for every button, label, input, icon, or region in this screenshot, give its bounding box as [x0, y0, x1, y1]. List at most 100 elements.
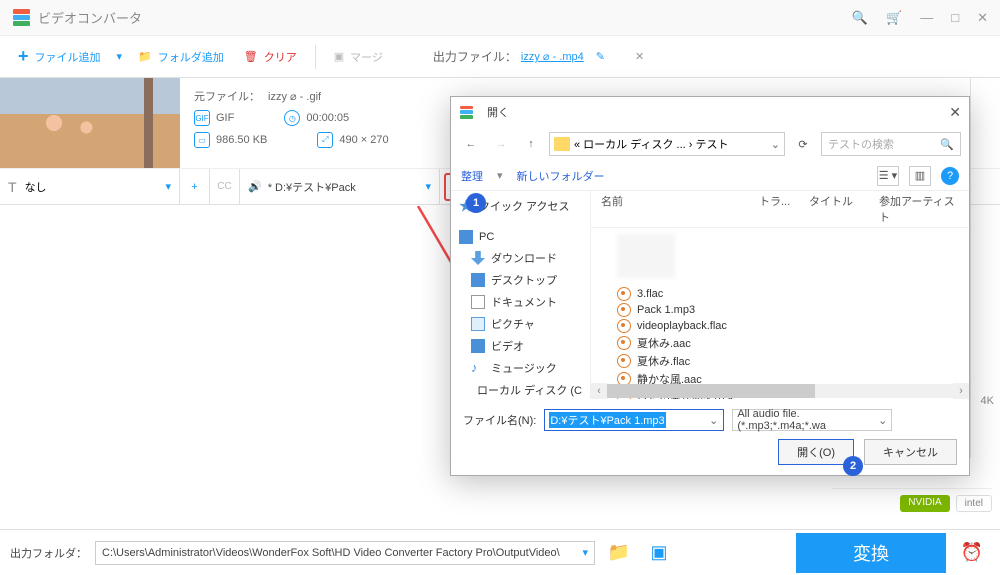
back-button[interactable]: ←	[459, 132, 483, 156]
file-item[interactable]: 夏休み.flac	[595, 352, 959, 370]
clock-icon: ◷	[284, 110, 300, 126]
col-track[interactable]: トラ...	[759, 193, 809, 225]
file-item[interactable]: 夏休み.aac	[595, 334, 959, 352]
audio-file-icon	[617, 336, 631, 350]
help-button[interactable]: ?	[941, 167, 959, 185]
source-file-label: 元ファイル：	[194, 88, 260, 104]
dialog-footer: ファイル名(N): D:¥テスト¥Pack 1.mp3⌄ All audio f…	[451, 399, 969, 475]
output-file-value[interactable]: izzy ⌀ - .mp4	[521, 50, 584, 63]
dimensions-icon: ⤢	[317, 132, 333, 148]
dialog-close-button[interactable]: ✕	[949, 104, 961, 121]
edit-icon[interactable]: ✎	[596, 50, 605, 63]
app-logo-icon	[459, 105, 473, 119]
refresh-button[interactable]: ⟳	[791, 132, 815, 156]
merge-icon: ▣	[334, 50, 344, 63]
col-title[interactable]: タイトル	[809, 193, 879, 225]
intel-badge: intel	[956, 495, 992, 512]
organize-menu[interactable]: 整理	[461, 168, 483, 184]
remove-item-button[interactable]: ✕	[635, 50, 644, 63]
view-mode-button[interactable]: ☰ ▾	[877, 166, 899, 186]
file-size: 986.50 KB	[216, 134, 267, 146]
search-input[interactable]: テストの検索 🔍	[821, 132, 961, 156]
merge-button[interactable]: ▣ マージ	[324, 43, 393, 71]
output-folder-label: 出力フォルダ：	[10, 545, 87, 561]
filename-input[interactable]: D:¥テスト¥Pack 1.mp3⌄	[544, 409, 724, 431]
col-artist[interactable]: 参加アーティスト	[879, 193, 959, 225]
desktop-icon	[471, 273, 485, 287]
horizontal-scrollbar[interactable]: ‹ ›	[591, 383, 969, 399]
dialog-title: 開く	[487, 104, 509, 120]
trash-icon: 🗑	[244, 50, 258, 63]
nvidia-badge: NVIDIA	[900, 495, 949, 512]
download-icon	[471, 251, 485, 265]
nav-documents[interactable]: ドキュメント	[457, 291, 584, 313]
nav-disk-c[interactable]: ローカル ディスク (C	[457, 379, 584, 399]
output-folder-input[interactable]: C:\Users\Administrator\Videos\WonderFox …	[95, 541, 595, 565]
up-button[interactable]: ↑	[519, 132, 543, 156]
audio-selector[interactable]: 🔊 * D:¥テスト¥Pack ▾	[240, 169, 440, 204]
forward-button[interactable]: →	[489, 132, 513, 156]
dialog-path-bar: ← → ↑ « ローカル ディスク ... › テスト ⌄ ⟳ テストの検索 🔍	[451, 127, 969, 161]
cart-icon[interactable]: 🛒	[886, 10, 902, 26]
nav-pc[interactable]: PC	[457, 227, 584, 247]
search-icon[interactable]: 🔍	[852, 10, 868, 26]
open-folder-button[interactable]: 📁	[603, 542, 635, 563]
scroll-thumb[interactable]	[607, 384, 815, 398]
cc-button[interactable]: CC	[210, 169, 240, 205]
chevron-down-icon: ⌄	[771, 138, 780, 151]
chevron-down-icon: ▾	[165, 180, 171, 193]
video-thumbnail[interactable]	[0, 78, 180, 168]
nav-music[interactable]: ♪ミュージック	[457, 357, 584, 379]
file-preview-thumb	[617, 234, 675, 278]
file-duration: 00:00:05	[306, 112, 349, 124]
file-dimensions: 490 × 270	[339, 134, 388, 146]
pictures-icon	[471, 317, 485, 331]
add-subtitle-button[interactable]: +	[180, 169, 210, 205]
filename-label: ファイル名(N):	[463, 412, 536, 428]
main-toolbar: + ファイル追加 ▾ 📁 フォルダ追加 🗑 クリア ▣ マージ 出力ファイル： …	[0, 36, 1000, 78]
timer-button[interactable]: ⏰	[954, 542, 990, 563]
minimize-button[interactable]: —	[920, 10, 933, 25]
output-folder-path: C:\Users\Administrator\Videos\WonderFox …	[102, 547, 560, 559]
col-name[interactable]: 名前	[601, 193, 759, 225]
file-item[interactable]: videoplayback.flac	[595, 318, 959, 334]
history-button[interactable]: ▣	[643, 542, 675, 563]
close-button[interactable]: ✕	[977, 10, 988, 26]
path-input[interactable]: « ローカル ディスク ... › テスト ⌄	[549, 132, 785, 156]
search-placeholder: テストの検索	[828, 136, 894, 152]
nav-videos[interactable]: ビデオ	[457, 335, 584, 357]
chevron-down-icon: ⌄	[708, 414, 719, 427]
subtitle-selector[interactable]: T なし ▾	[0, 169, 180, 204]
convert-button[interactable]: 変換	[796, 533, 946, 573]
path-text: « ローカル ディスク ... › テスト	[574, 136, 728, 152]
separator	[315, 45, 316, 69]
clear-button[interactable]: 🗑 クリア	[234, 43, 307, 71]
maximize-button[interactable]: □	[951, 10, 959, 25]
callout-1: 1	[466, 193, 486, 213]
nav-downloads[interactable]: ダウンロード	[457, 247, 584, 269]
new-folder-button[interactable]: 新しいフォルダー	[517, 168, 605, 184]
window-controls: 🔍 🛒 — □ ✕	[852, 10, 988, 26]
resolution-label: 4K	[981, 395, 994, 407]
add-file-button[interactable]: + ファイル追加	[8, 40, 111, 73]
preview-pane-button[interactable]: ▥	[909, 166, 931, 186]
scroll-right-icon[interactable]: ›	[953, 383, 969, 399]
cancel-button[interactable]: キャンセル	[864, 439, 957, 465]
app-logo-icon	[12, 9, 30, 27]
file-item[interactable]: 3.flac	[595, 286, 959, 302]
file-item[interactable]: Pack 1.mp3	[595, 302, 959, 318]
nav-desktop[interactable]: デスクトップ	[457, 269, 584, 291]
speaker-icon: 🔊	[248, 180, 262, 193]
dialog-toolbar: 整理 ▾ 新しいフォルダー ☰ ▾ ▥ ?	[451, 161, 969, 191]
source-file-value: izzy ⌀ - .gif	[268, 90, 321, 103]
scroll-left-icon[interactable]: ‹	[591, 383, 607, 399]
filetype-select[interactable]: All audio file. (*.mp3;*.m4a;*.wa⌄	[732, 409, 892, 431]
dialog-file-list: 名前 トラ... タイトル 参加アーティスト 3.flac Pack 1.mp3…	[591, 191, 969, 399]
open-button[interactable]: 開く(O) 2	[778, 439, 854, 465]
plus-icon: +	[18, 46, 29, 67]
nav-pictures[interactable]: ピクチャ	[457, 313, 584, 335]
add-folder-button[interactable]: 📁 フォルダ追加	[128, 43, 234, 71]
chevron-down-icon: ▾	[497, 169, 503, 182]
file-list-header: 名前 トラ... タイトル 参加アーティスト	[591, 191, 969, 228]
add-file-dropdown[interactable]: ▾	[111, 50, 129, 63]
